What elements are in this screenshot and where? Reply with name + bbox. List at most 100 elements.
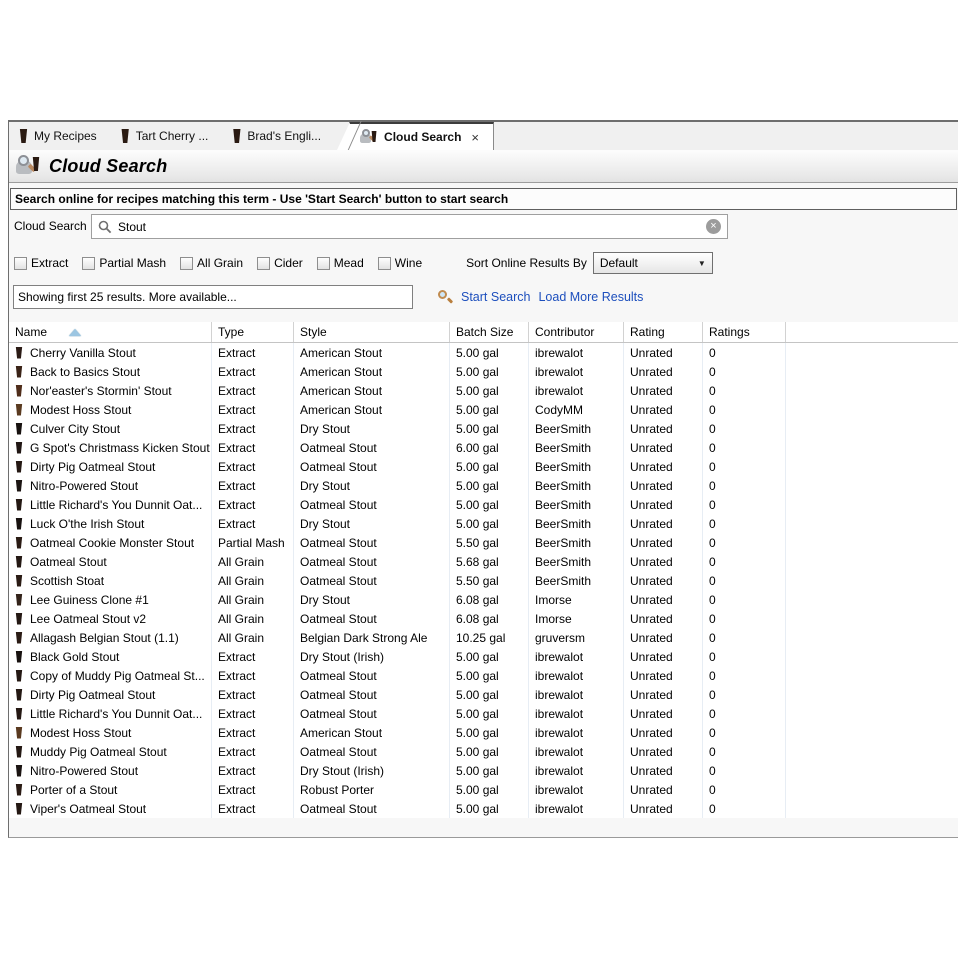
table-row[interactable]: Nitro-Powered StoutExtractDry Stout5.00 … [9,476,958,495]
recipe-name: Scottish Stoat [30,574,104,588]
search-input[interactable] [118,220,700,234]
filter-extract[interactable]: Extract [14,256,68,270]
cell-rating: Unrated [624,647,703,666]
beer-mug-icon [15,803,23,815]
table-row[interactable]: Little Richard's You Dunnit Oat...Extrac… [9,704,958,723]
table-row[interactable]: Lee Guiness Clone #1All GrainDry Stout6.… [9,590,958,609]
cell-name: Luck O'the Irish Stout [9,514,212,533]
column-header-rating[interactable]: Rating [624,322,703,342]
checkbox-icon[interactable] [378,257,391,270]
cell-ratings: 0 [703,495,786,514]
tab-cloud-search[interactable]: Cloud Search × [349,122,494,150]
tab-label: Tart Cherry ... [136,129,209,143]
table-row[interactable]: G Spot's Christmass Kicken StoutExtractO… [9,438,958,457]
table-row[interactable]: Modest Hoss StoutExtractAmerican Stout5.… [9,400,958,419]
sort-by-label: Sort Online Results By [466,256,587,270]
cell-rating: Unrated [624,476,703,495]
checkbox-icon[interactable] [317,257,330,270]
cell-name: Modest Hoss Stout [9,400,212,419]
table-row[interactable]: Copy of Muddy Pig Oatmeal St...ExtractOa… [9,666,958,685]
tab-tart-cherry[interactable]: Tart Cherry ... [111,122,223,150]
checkbox-icon[interactable] [257,257,270,270]
table-row[interactable]: Viper's Oatmeal StoutExtractOatmeal Stou… [9,799,958,818]
clear-search-icon[interactable]: × [706,219,721,234]
cell-rating: Unrated [624,381,703,400]
beer-mug-icon [15,556,23,568]
recipe-name: Viper's Oatmeal Stout [30,802,146,816]
checkbox-icon[interactable] [14,257,27,270]
table-row[interactable]: Nor'easter's Stormin' StoutExtractAmeric… [9,381,958,400]
cell-ratings: 0 [703,476,786,495]
cell-rating: Unrated [624,419,703,438]
cell-name: Scottish Stoat [9,571,212,590]
column-header-ratings[interactable]: Ratings [703,322,786,342]
cell-ratings: 0 [703,609,786,628]
column-header-name[interactable]: Name [9,322,212,342]
load-more-results-button[interactable]: Load More Results [538,290,643,304]
column-header-batch-size[interactable]: Batch Size [450,322,529,342]
cell-style: American Stout [294,400,450,419]
table-row[interactable]: Black Gold StoutExtractDry Stout (Irish)… [9,647,958,666]
beer-mug-icon [15,727,23,739]
filter-mead[interactable]: Mead [317,256,364,270]
table-row[interactable]: Muddy Pig Oatmeal StoutExtractOatmeal St… [9,742,958,761]
table-row[interactable]: Scottish StoatAll GrainOatmeal Stout5.50… [9,571,958,590]
cell-style: Oatmeal Stout [294,742,450,761]
filter-wine[interactable]: Wine [378,256,422,270]
cell-contributor: ibrewalot [529,742,624,761]
cell-batch-size: 5.00 gal [450,799,529,818]
start-search-icon [437,289,453,305]
cell-type: Extract [212,343,294,362]
table-row[interactable]: Luck O'the Irish StoutExtractDry Stout5.… [9,514,958,533]
column-header-contributor[interactable]: Contributor [529,322,624,342]
table-row[interactable]: Oatmeal StoutAll GrainOatmeal Stout5.68 … [9,552,958,571]
table-row[interactable]: Nitro-Powered StoutExtractDry Stout (Iri… [9,761,958,780]
tab-my-recipes[interactable]: My Recipes [9,122,111,150]
cell-filler [786,533,958,552]
beer-mug-icon [15,518,23,530]
table-row[interactable]: Cherry Vanilla StoutExtractAmerican Stou… [9,343,958,362]
table-row[interactable]: Dirty Pig Oatmeal StoutExtractOatmeal St… [9,457,958,476]
table-row[interactable]: Culver City StoutExtractDry Stout5.00 ga… [9,419,958,438]
cell-name: Copy of Muddy Pig Oatmeal St... [9,666,212,685]
tab-label: Cloud Search [384,130,461,144]
start-search-button[interactable]: Start Search [461,290,530,304]
cell-filler [786,799,958,818]
table-row[interactable]: Lee Oatmeal Stout v2All GrainOatmeal Sto… [9,609,958,628]
filter-cider[interactable]: Cider [257,256,303,270]
cell-ratings: 0 [703,457,786,476]
recipe-name: Lee Guiness Clone #1 [30,593,149,607]
close-icon[interactable]: × [471,130,479,145]
search-row: Cloud Search × [9,214,958,239]
checkbox-icon[interactable] [82,257,95,270]
table-row[interactable]: Modest Hoss StoutExtractAmerican Stout5.… [9,723,958,742]
cell-type: Extract [212,704,294,723]
beer-mug-icon [15,765,23,777]
beer-mug-icon [15,784,23,796]
column-header-type[interactable]: Type [212,322,294,342]
sort-dropdown[interactable]: Default ▼ [593,252,713,274]
cell-batch-size: 5.00 gal [450,495,529,514]
table-row[interactable]: Back to Basics StoutExtractAmerican Stou… [9,362,958,381]
cell-batch-size: 5.00 gal [450,514,529,533]
checkbox-icon[interactable] [180,257,193,270]
table-row[interactable]: Little Richard's You Dunnit Oat...Extrac… [9,495,958,514]
column-header-style[interactable]: Style [294,322,450,342]
cell-filler [786,609,958,628]
cell-filler [786,742,958,761]
search-box[interactable]: × [91,214,728,239]
cell-name: Culver City Stout [9,419,212,438]
table-row[interactable]: Allagash Belgian Stout (1.1)All GrainBel… [9,628,958,647]
tab-brad-s-engli[interactable]: Brad's Engli... [222,122,335,150]
cell-rating: Unrated [624,666,703,685]
table-row[interactable]: Dirty Pig Oatmeal StoutExtractOatmeal St… [9,685,958,704]
sort-dropdown-value: Default [600,256,638,270]
cell-type: Extract [212,514,294,533]
filter-all-grain[interactable]: All Grain [180,256,243,270]
cell-type: All Grain [212,609,294,628]
table-row[interactable]: Porter of a StoutExtractRobust Porter5.0… [9,780,958,799]
cell-name: Dirty Pig Oatmeal Stout [9,685,212,704]
cell-contributor: Imorse [529,590,624,609]
filter-partial-mash[interactable]: Partial Mash [82,256,166,270]
table-row[interactable]: Oatmeal Cookie Monster StoutPartial Mash… [9,533,958,552]
